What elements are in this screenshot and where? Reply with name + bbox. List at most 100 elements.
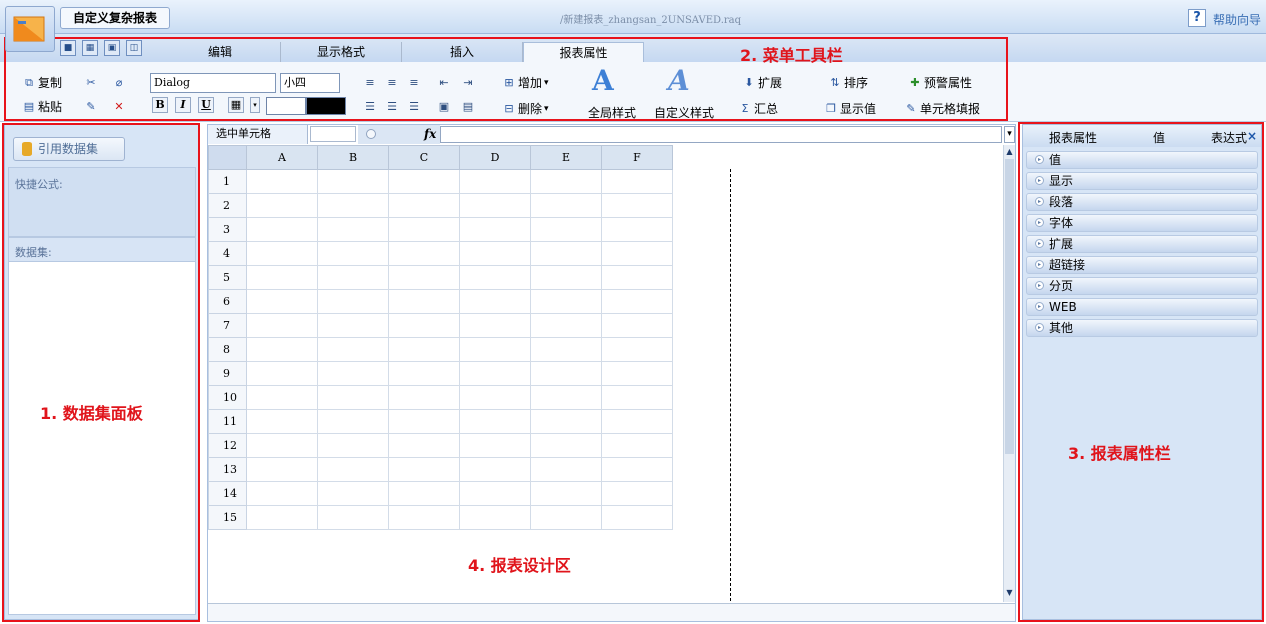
grid-cell[interactable] [246,433,318,458]
formula-dropdown-icon[interactable]: ▾ [1004,126,1015,143]
grid-cell[interactable] [459,385,531,410]
grid-cell[interactable] [530,433,602,458]
grid-cell[interactable] [601,313,673,338]
grid-cell[interactable] [530,193,602,218]
scroll-up-icon[interactable]: ▲ [1005,147,1014,156]
grid-cell[interactable] [246,385,318,410]
grid-cell[interactable] [317,433,389,458]
document-tab[interactable]: 自定义复杂报表 [60,7,170,29]
column-header[interactable]: F [601,145,673,170]
grid-cell[interactable] [317,193,389,218]
grid-cell[interactable] [459,169,531,194]
grid-cell[interactable] [601,433,673,458]
grid-cell[interactable] [459,433,531,458]
grid-cell[interactable] [246,241,318,266]
row-header[interactable]: 13 [208,457,247,482]
grid-cell[interactable] [459,217,531,242]
help-icon[interactable]: ? [1188,9,1206,27]
grid-cell[interactable] [459,361,531,386]
row-header[interactable]: 2 [208,193,247,218]
grid-cell[interactable] [601,481,673,506]
grid-cell[interactable] [246,313,318,338]
vertical-scrollbar[interactable]: ▲ ▼ [1003,145,1015,602]
row-header[interactable]: 4 [208,241,247,266]
grid-cell[interactable] [601,241,673,266]
grid-cell[interactable] [317,313,389,338]
row-header[interactable]: 12 [208,433,247,458]
grid-cell[interactable] [246,265,318,290]
row-header[interactable]: 9 [208,361,247,386]
grid-cell[interactable] [317,409,389,434]
row-header[interactable]: 8 [208,337,247,362]
row-header[interactable]: 7 [208,313,247,338]
grid-cell[interactable] [530,217,602,242]
grid-cell[interactable] [601,337,673,362]
grid-cell[interactable] [601,265,673,290]
help-wizard-link[interactable]: 帮助向导 [1213,11,1261,28]
grid-cell[interactable] [388,457,460,482]
grid-cell[interactable] [459,289,531,314]
grid-cell[interactable] [317,385,389,410]
grid-cell[interactable] [317,169,389,194]
grid-cell[interactable] [246,337,318,362]
grid-cell[interactable] [459,313,531,338]
grid-cell[interactable] [459,265,531,290]
grid-cell[interactable] [459,457,531,482]
grid-cell[interactable] [388,385,460,410]
grid-cell[interactable] [459,409,531,434]
column-header[interactable]: B [317,145,389,170]
column-header[interactable]: A [246,145,318,170]
grid-cell[interactable] [530,409,602,434]
row-header[interactable]: 15 [208,505,247,530]
row-header[interactable]: 1 [208,169,247,194]
grid-cell[interactable] [388,169,460,194]
grid-cell[interactable] [317,241,389,266]
grid-cell[interactable] [601,457,673,482]
grid-cell[interactable] [317,337,389,362]
selected-cell-input[interactable] [310,126,356,142]
column-header[interactable]: E [530,145,602,170]
grid-cell[interactable] [317,481,389,506]
grid-cell[interactable] [388,217,460,242]
scroll-down-icon[interactable]: ▼ [1005,588,1014,597]
grid-cell[interactable] [317,361,389,386]
grid-cell[interactable] [388,265,460,290]
grid-cell[interactable] [530,313,602,338]
grid-cell[interactable] [317,457,389,482]
grid-cell[interactable] [530,169,602,194]
scroll-thumb[interactable] [1005,159,1014,454]
formula-input[interactable] [440,126,1002,143]
app-logo-icon[interactable] [5,6,55,52]
grid-cell[interactable] [317,217,389,242]
grid-cell[interactable] [246,217,318,242]
grid-cell[interactable] [388,409,460,434]
grid-cell[interactable] [601,217,673,242]
row-header[interactable]: 11 [208,409,247,434]
grid-cell[interactable] [388,481,460,506]
grid-cell[interactable] [530,385,602,410]
grid-cell[interactable] [530,361,602,386]
grid-cell[interactable] [388,505,460,530]
grid-cell[interactable] [601,505,673,530]
row-header[interactable]: 3 [208,217,247,242]
grid-cell[interactable] [601,385,673,410]
grid-cell[interactable] [246,169,318,194]
grid-cell[interactable] [601,361,673,386]
grid-cell[interactable] [530,289,602,314]
formula-mode-radio[interactable] [366,129,376,139]
row-header[interactable]: 5 [208,265,247,290]
grid-cell[interactable] [388,433,460,458]
grid-cell[interactable] [459,505,531,530]
grid-cell[interactable] [601,169,673,194]
grid-cell[interactable] [317,265,389,290]
grid-cell[interactable] [530,337,602,362]
grid-cell[interactable] [530,241,602,266]
grid-cell[interactable] [246,361,318,386]
grid-cell[interactable] [246,457,318,482]
horizontal-scrollbar[interactable] [208,603,1015,621]
grid-cell[interactable] [601,289,673,314]
grid-cell[interactable] [317,289,389,314]
grid-cell[interactable] [601,409,673,434]
column-header[interactable]: C [388,145,460,170]
grid-cell[interactable] [530,505,602,530]
